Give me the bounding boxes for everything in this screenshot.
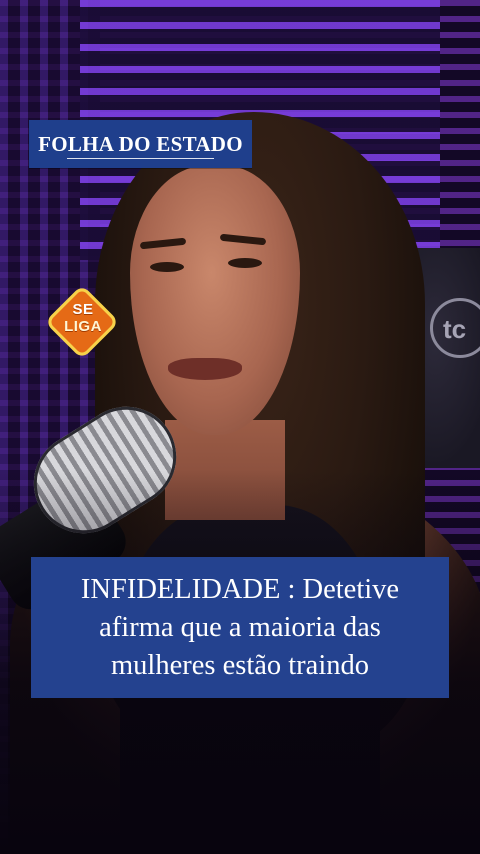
caption-line-2: afirma que a maioria das xyxy=(99,611,381,643)
caption-line-3: mulheres estão traindo xyxy=(110,649,369,681)
badge-line-1: SE xyxy=(72,301,94,318)
brand-name: FOLHA DO ESTADO xyxy=(38,131,243,156)
video-frame: tc FOLHA DO ESTADO SE LIGA INFIDELIDADE … xyxy=(0,0,480,854)
se-liga-badge-icon: SE LIGA xyxy=(48,288,116,358)
brand-underline xyxy=(67,158,214,159)
caption-line-1: INFIDELIDADE : Detetive xyxy=(80,573,400,605)
badge-line-2: LIGA xyxy=(64,318,102,335)
brand-banner: FOLHA DO ESTADO xyxy=(29,120,252,168)
caption-box: INFIDELIDADE : Detetive afirma que a mai… xyxy=(31,557,449,698)
